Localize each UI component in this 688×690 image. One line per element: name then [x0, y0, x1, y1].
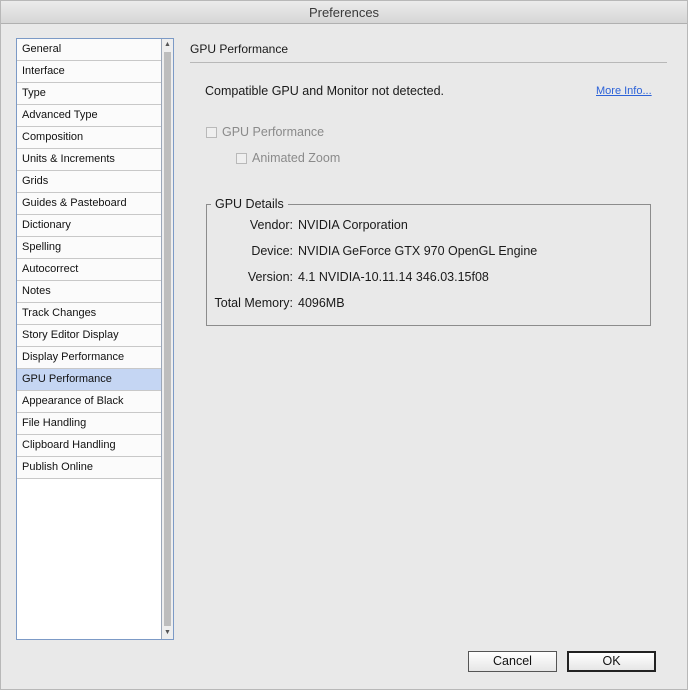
animated-zoom-checkbox-label: Animated Zoom — [252, 151, 341, 165]
detail-row-total-memory: Total Memory: 4096MB — [209, 296, 345, 310]
ok-button[interactable]: OK — [567, 651, 656, 672]
detail-label: Vendor: — [249, 218, 293, 232]
sidebar-item-type[interactable]: Type — [17, 83, 161, 105]
sidebar-item-publish-online[interactable]: Publish Online — [17, 457, 161, 479]
detail-row-version: Version: 4.1 NVIDIA-10.11.14 346.03.15f0… — [209, 270, 489, 284]
detail-label: Version: — [247, 270, 293, 284]
detail-value: 4.1 NVIDIA-10.11.14 346.03.15f08 — [298, 270, 489, 284]
sidebar-item-story-editor-display[interactable]: Story Editor Display — [17, 325, 161, 347]
gpu-notice: Compatible GPU and Monitor not detected. — [205, 84, 445, 98]
cancel-button[interactable]: Cancel — [468, 651, 557, 672]
sidebar-item-dictionary[interactable]: Dictionary — [17, 215, 161, 237]
panel-title: GPU Performance — [190, 42, 667, 63]
detail-value: NVIDIA Corporation — [298, 218, 408, 232]
sidebar-item-interface[interactable]: Interface — [17, 61, 161, 83]
preferences-window: Preferences General Interface Type Advan… — [0, 0, 688, 690]
sidebar-item-file-handling[interactable]: File Handling — [17, 413, 161, 435]
sidebar-item-clipboard-handling[interactable]: Clipboard Handling — [17, 435, 161, 457]
checkbox-box[interactable] — [206, 126, 217, 138]
sidebar-item-guides-pasteboard[interactable]: Guides & Pasteboard — [17, 193, 161, 215]
gpu-details-legend: GPU Details — [211, 197, 288, 211]
sidebar-list: General Interface Type Advanced Type Com… — [17, 39, 162, 639]
gpu-performance-checkbox[interactable]: GPU Performance — [206, 125, 324, 139]
sidebar-item-general[interactable]: General — [17, 39, 161, 61]
detail-label: Device: — [251, 244, 293, 258]
sidebar-item-autocorrect[interactable]: Autocorrect — [17, 259, 161, 281]
detail-value: NVIDIA GeForce GTX 970 OpenGL Engine — [298, 244, 538, 258]
window-title: Preferences — [1, 1, 687, 24]
sidebar-item-advanced-type[interactable]: Advanced Type — [17, 105, 161, 127]
detail-value: 4096MB — [298, 296, 345, 310]
detail-row-device: Device: NVIDIA GeForce GTX 970 OpenGL En… — [209, 244, 537, 258]
sidebar-item-appearance-of-black[interactable]: Appearance of Black — [17, 391, 161, 413]
sidebar-item-units-increments[interactable]: Units & Increments — [17, 149, 161, 171]
sidebar-scrollbar[interactable]: ▲ ▼ — [162, 39, 173, 639]
sidebar-item-spelling[interactable]: Spelling — [17, 237, 161, 259]
sidebar-item-notes[interactable]: Notes — [17, 281, 161, 303]
sidebar-item-track-changes[interactable]: Track Changes — [17, 303, 161, 325]
sidebar-item-grids[interactable]: Grids — [17, 171, 161, 193]
sidebar-item-display-performance[interactable]: Display Performance — [17, 347, 161, 369]
more-info-link[interactable]: More Info... — [596, 85, 652, 97]
gpu-performance-checkbox-label: GPU Performance — [222, 125, 325, 139]
preferences-sidebar: General Interface Type Advanced Type Com… — [16, 38, 174, 640]
detail-label: Total Memory: — [214, 296, 294, 310]
arrow-up-icon[interactable]: ▲ — [162, 39, 173, 51]
sidebar-item-gpu-performance[interactable]: GPU Performance — [17, 369, 161, 391]
sidebar-item-composition[interactable]: Composition — [17, 127, 161, 149]
arrow-down-icon[interactable]: ▼ — [162, 627, 173, 639]
scroll-track[interactable] — [164, 52, 171, 626]
checkbox-box[interactable] — [236, 152, 247, 164]
detail-row-vendor: Vendor: NVIDIA Corporation — [209, 218, 408, 232]
animated-zoom-checkbox[interactable]: Animated Zoom — [236, 151, 340, 165]
